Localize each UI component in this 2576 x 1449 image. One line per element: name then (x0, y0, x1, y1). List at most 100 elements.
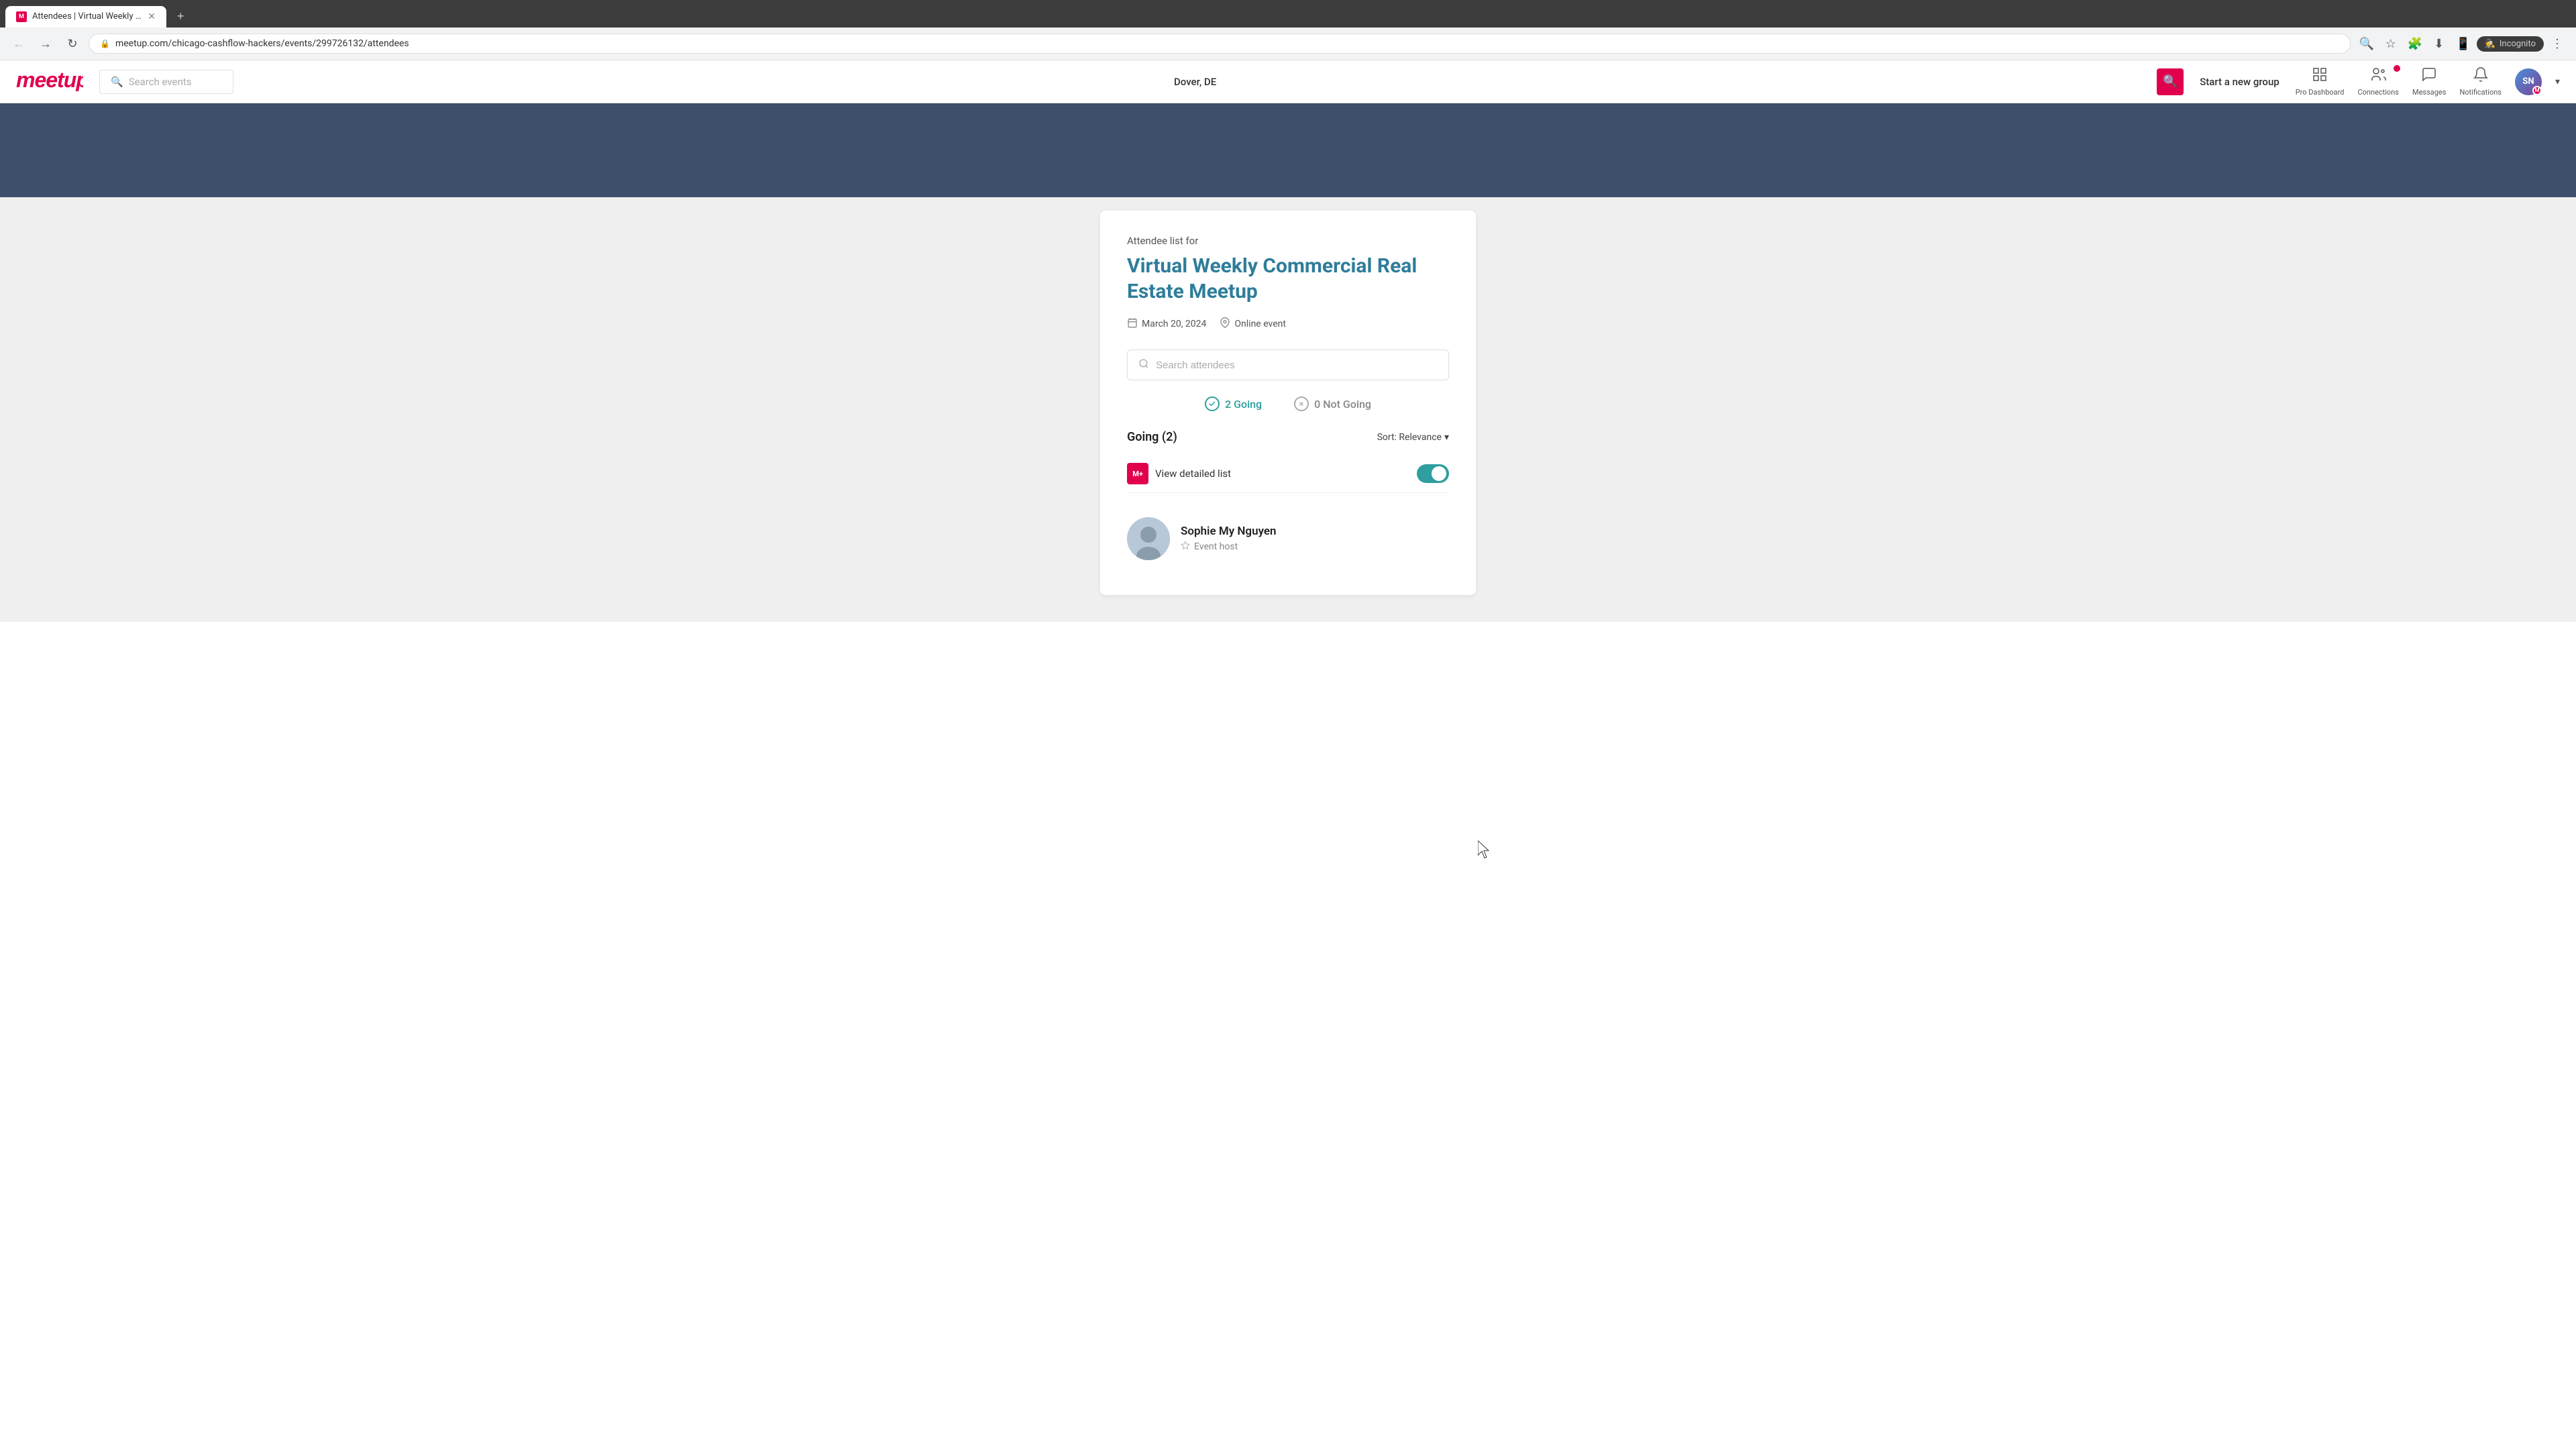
extensions-button[interactable]: 🧩 (2404, 33, 2426, 54)
forward-button[interactable]: → (35, 33, 56, 54)
search-attendees-container[interactable] (1127, 350, 1449, 380)
attendee-card: Attendee list for Virtual Weekly Commerc… (1100, 211, 1476, 595)
nav-pro-dashboard[interactable]: Pro Dashboard (2296, 66, 2345, 97)
view-detailed-label: View detailed list (1155, 468, 1231, 480)
search-button[interactable]: 🔍 (2157, 68, 2184, 95)
url-display: meetup.com/chicago-cashflow-hackers/even… (115, 38, 2339, 49)
browser-controls: ← → ↻ 🔒 meetup.com/chicago-cashflow-hack… (0, 28, 2576, 60)
cursor-area (1478, 841, 1494, 865)
not-going-stat[interactable]: 0 Not Going (1294, 396, 1371, 411)
download-button[interactable]: ⬇ (2428, 33, 2450, 54)
sort-label: Sort: Relevance (1377, 432, 1442, 443)
connections-label: Connections (2357, 88, 2398, 97)
logo-svg: meetup (16, 67, 83, 91)
toggle-knob (1432, 466, 1446, 481)
notifications-label: Notifications (2459, 88, 2502, 97)
user-avatar[interactable]: SN M (2515, 68, 2542, 95)
menu-button[interactable]: ⋮ (2546, 33, 2568, 54)
location-icon (1220, 317, 1230, 331)
nav-messages[interactable]: Messages (2412, 66, 2446, 97)
notifications-icon (2473, 66, 2489, 87)
going-header: Going (2) Sort: Relevance ▾ (1127, 430, 1449, 444)
pro-dashboard-label: Pro Dashboard (2296, 88, 2345, 97)
going-check-icon (1205, 396, 1220, 411)
connections-badge (2394, 65, 2400, 72)
calendar-icon (1127, 317, 1138, 331)
sort-button[interactable]: Sort: Relevance ▾ (1377, 432, 1449, 443)
active-tab[interactable]: M Attendees | Virtual Weekly Com ✕ (5, 6, 166, 28)
meetup-plus-icon: M+ (1127, 463, 1148, 484)
card-area: Attendee list for Virtual Weekly Commerc… (0, 197, 2576, 622)
attendee-avatar (1127, 517, 1170, 560)
avatar-image: SN M (2515, 68, 2542, 95)
search-attendees-input[interactable] (1156, 360, 1438, 371)
search-attendees-icon (1138, 358, 1149, 372)
reload-button[interactable]: ↻ (62, 33, 83, 54)
header-nav: Pro Dashboard Connections Messages Not (2296, 66, 2560, 97)
search-browser-button[interactable]: 🔍 (2356, 33, 2377, 54)
event-meta: March 20, 2024 Online event (1127, 317, 1449, 331)
hero-banner (0, 103, 2576, 197)
incognito-icon: 🕵 (2485, 39, 2496, 49)
page-wrapper: meetup 🔍 Search events Dover, DE 🔍 Start… (0, 60, 2576, 622)
bookmark-button[interactable]: ☆ (2380, 33, 2402, 54)
incognito-label: Incognito (2500, 39, 2536, 49)
view-detailed-row: M+ View detailed list ✓ (1127, 455, 1449, 493)
cursor-icon (1478, 841, 1494, 862)
meetup-plus-text: M+ (1132, 470, 1143, 478)
lock-icon: 🔒 (100, 39, 110, 48)
attendee-info: Sophie My Nguyen Event host (1181, 525, 1277, 553)
going-stats: 2 Going 0 Not Going (1127, 396, 1449, 411)
view-detailed-toggle[interactable]: ✓ (1417, 464, 1449, 483)
going-stat[interactable]: 2 Going (1205, 396, 1262, 411)
attendee-role-text: Event host (1194, 541, 1238, 552)
not-going-x-icon (1294, 396, 1309, 411)
attendee-item[interactable]: Sophie My Nguyen Event host (1127, 506, 1449, 571)
search-icon: 🔍 (111, 76, 123, 88)
messages-label: Messages (2412, 88, 2446, 97)
avatar-badge-text: M (2534, 87, 2539, 93)
nav-connections[interactable]: Connections (2357, 66, 2398, 97)
device-button[interactable]: 📱 (2453, 33, 2474, 54)
attendee-avatar-bg (1127, 517, 1170, 560)
tab-bar: M Attendees | Virtual Weekly Com ✕ + (0, 0, 2576, 28)
messages-icon (2421, 66, 2437, 87)
event-location-text: Online event (1234, 319, 1286, 329)
location-display[interactable]: Dover, DE (250, 76, 2141, 88)
address-bar[interactable]: 🔒 meetup.com/chicago-cashflow-hackers/ev… (89, 34, 2351, 54)
avatar-badge: M (2532, 86, 2542, 95)
connections-icon (2370, 66, 2386, 87)
header-search[interactable]: 🔍 Search events (99, 70, 233, 94)
browser-right-icons: 🔍 ☆ 🧩 ⬇ 📱 🕵 Incognito ⋮ (2356, 33, 2568, 54)
event-date: March 20, 2024 (1127, 317, 1206, 331)
nav-notifications[interactable]: Notifications (2459, 66, 2502, 97)
view-detailed-left: M+ View detailed list (1127, 463, 1231, 484)
meetup-logo[interactable]: meetup (16, 67, 83, 96)
star-icon (1181, 541, 1190, 553)
toggle-check-icon: ✓ (1422, 470, 1428, 478)
search-placeholder: Search events (129, 76, 192, 88)
tab-favicon: M (16, 11, 27, 22)
card-subtitle: Attendee list for (1127, 235, 1449, 247)
user-dropdown-button[interactable]: ▾ (2555, 76, 2560, 87)
not-going-count: 0 Not Going (1314, 398, 1371, 411)
event-location: Online event (1220, 317, 1286, 331)
site-header: meetup 🔍 Search events Dover, DE 🔍 Start… (0, 60, 2576, 103)
close-tab-button[interactable]: ✕ (148, 11, 156, 22)
back-button[interactable]: ← (8, 33, 30, 54)
start-group-button[interactable]: Start a new group (2200, 76, 2279, 88)
new-tab-button[interactable]: + (169, 5, 193, 28)
going-section-title: Going (2) (1127, 430, 1177, 444)
attendee-name: Sophie My Nguyen (1181, 525, 1277, 538)
attendee-role: Event host (1181, 541, 1277, 553)
tab-title: Attendees | Virtual Weekly Com (32, 11, 142, 21)
browser-frame: M Attendees | Virtual Weekly Com ✕ + ← →… (0, 0, 2576, 60)
going-count: 2 Going (1225, 398, 1262, 411)
chevron-down-icon: ▾ (1444, 432, 1449, 443)
incognito-badge: 🕵 Incognito (2477, 36, 2544, 52)
card-title: Virtual Weekly Commercial Real Estate Me… (1127, 254, 1449, 304)
svg-text:meetup: meetup (16, 68, 83, 91)
dashboard-icon (2312, 66, 2328, 87)
event-date-text: March 20, 2024 (1142, 319, 1206, 329)
attendee-avatar-svg (1127, 517, 1170, 560)
